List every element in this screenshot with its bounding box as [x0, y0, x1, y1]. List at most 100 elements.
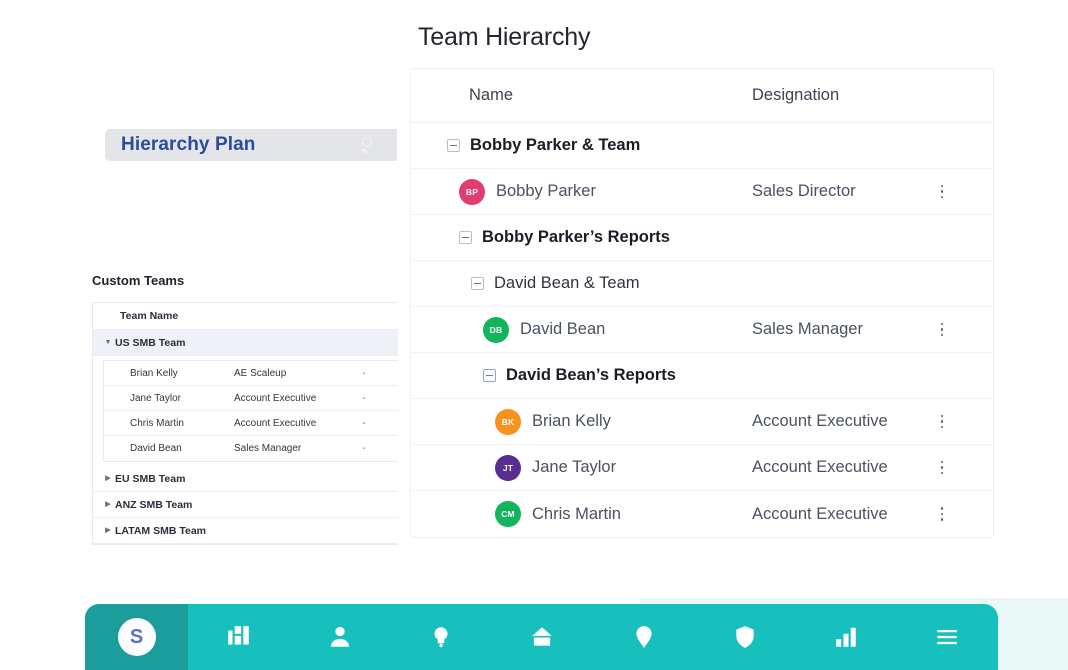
custom-teams-table: Team Name ▼ US SMB Team Brian Kelly AE Scal… — [92, 302, 398, 545]
person-cell: BP Bobby Parker — [459, 178, 596, 205]
team-hierarchy-table: Name Designation Bobby Parker & Team BP Bo… — [410, 68, 994, 538]
chevron-right-icon[interactable]: ▶ — [101, 527, 115, 534]
toolbar-brand[interactable]: S — [85, 604, 188, 670]
person-name: Brian Kelly — [532, 412, 611, 430]
team-row[interactable]: ▶ EU SMB Team — [93, 466, 398, 492]
avatar: BP — [459, 178, 485, 205]
team-member-row[interactable]: Jane Taylor Account Executive - — [104, 386, 398, 411]
member-extra: - — [362, 367, 366, 379]
chevron-right-icon[interactable]: ▶ — [101, 501, 115, 508]
hierarchy-person-row[interactable]: BP Bobby Parker Sales Director — [411, 169, 993, 215]
person-name: Bobby Parker — [496, 182, 596, 200]
toolbar-item-person[interactable] — [289, 604, 390, 670]
person-cell: DB David Bean — [483, 316, 606, 343]
collapse-expander-icon[interactable] — [459, 231, 472, 244]
avatar: JT — [495, 454, 521, 481]
toolbar-item-lightbulb[interactable] — [391, 604, 492, 670]
person-cell: JT Jane Taylor — [495, 454, 616, 481]
toolbar-item-home[interactable] — [492, 604, 593, 670]
collapse-expander-icon[interactable] — [483, 369, 496, 382]
person-designation: Account Executive — [752, 458, 888, 476]
toolbar-item-shield[interactable] — [694, 604, 795, 670]
kebab-menu-icon[interactable] — [935, 183, 949, 201]
kebab-menu-icon[interactable] — [935, 505, 949, 523]
group-label-wrap: David Bean & Team — [471, 274, 640, 293]
team-member-row[interactable]: Chris Martin Account Executive - — [104, 411, 398, 436]
kebab-menu-icon[interactable] — [935, 413, 949, 431]
member-role: Account Executive — [234, 392, 317, 404]
group-label: Bobby Parker’s Reports — [482, 228, 670, 246]
kebab-menu-icon[interactable] — [935, 459, 949, 477]
hierarchy-group-row[interactable]: David Bean’s Reports — [411, 353, 993, 399]
member-extra: - — [362, 443, 366, 454]
member-extra: - — [362, 417, 366, 429]
teams-table-body: ▼ US SMB Team Brian Kelly AE Scaleup - Jane T… — [93, 330, 398, 544]
group-label: David Bean & Team — [494, 274, 640, 292]
hierarchy-group-row[interactable]: David Bean & Team — [411, 261, 993, 307]
app-logo: S — [117, 618, 156, 656]
chevron-down-icon[interactable]: ▼ — [101, 339, 115, 346]
toolbar-item-hamburger-menu[interactable] — [897, 604, 998, 670]
member-name: Chris Martin — [130, 417, 184, 429]
left-panel: Hierarchy Plan Custom Teams Team Name ▼ U… — [0, 0, 398, 560]
team-row[interactable]: ▶ ANZ SMB Team — [93, 492, 398, 518]
team-member-row[interactable]: Brian Kelly AE Scaleup - — [104, 361, 398, 386]
group-label-wrap: Bobby Parker’s Reports — [459, 228, 670, 247]
hierarchy-plan-bar[interactable]: Hierarchy Plan — [105, 129, 397, 161]
hierarchy-group-row[interactable]: Bobby Parker’s Reports — [411, 215, 993, 261]
team-name-label: LATAM SMB Team — [115, 524, 206, 537]
person-designation: Sales Director — [752, 182, 856, 200]
toolbar-items — [188, 604, 998, 670]
bottom-toolbar: S — [85, 604, 998, 670]
hierarchy-person-row[interactable]: BK Brian Kelly Account Executive — [411, 399, 993, 445]
hierarchy-table-header: Name Designation — [411, 69, 993, 123]
avatar: DB — [483, 316, 509, 343]
person-designation: Account Executive — [752, 504, 888, 523]
hierarchy-table-body: Bobby Parker & Team BP Bobby Parker Sales D… — [411, 123, 993, 537]
group-label-wrap: David Bean’s Reports — [483, 366, 676, 385]
toolbar-item-dashboard[interactable] — [188, 604, 289, 670]
column-header-designation: Designation — [752, 86, 840, 104]
bar-chart-icon — [833, 624, 859, 650]
team-member-row[interactable]: David Bean Sales Manager - — [104, 436, 398, 461]
page-title: Team Hierarchy — [418, 23, 591, 51]
kebab-menu-icon[interactable] — [935, 321, 949, 339]
team-name-label: ANZ SMB Team — [115, 498, 193, 511]
column-header-name: Name — [469, 86, 514, 104]
member-extra: - — [362, 392, 366, 404]
hierarchy-person-row[interactable]: CM Chris Martin Account Executive — [411, 491, 993, 537]
member-name: Brian Kelly — [130, 367, 178, 379]
team-members-list: Brian Kelly AE Scaleup - Jane Taylor Account… — [103, 360, 398, 462]
avatar: BK — [495, 408, 521, 435]
member-role: AE Scaleup — [234, 367, 287, 379]
custom-teams-label: Custom Teams — [92, 273, 185, 288]
member-role: Account Executive — [234, 417, 317, 429]
team-row[interactable]: ▼ US SMB Team — [93, 330, 398, 356]
home-icon — [529, 624, 555, 650]
member-role: Sales Manager — [234, 443, 302, 454]
dashboard-icon — [226, 624, 252, 650]
hamburger-menu-icon — [934, 624, 960, 650]
collapse-expander-icon[interactable] — [447, 139, 460, 152]
search-icon[interactable] — [361, 136, 379, 154]
lightbulb-icon — [428, 624, 454, 650]
hierarchy-person-row[interactable]: JT Jane Taylor Account Executive — [411, 445, 993, 491]
toolbar-item-location-pin[interactable] — [593, 604, 694, 670]
hierarchy-group-row[interactable]: Bobby Parker & Team — [411, 123, 993, 169]
toolbar-item-bar-chart[interactable] — [796, 604, 897, 670]
hierarchy-person-row[interactable]: DB David Bean Sales Manager — [411, 307, 993, 353]
collapse-expander-icon[interactable] — [471, 277, 484, 290]
member-name: David Bean — [130, 443, 182, 454]
group-label: David Bean’s Reports — [506, 366, 676, 384]
teams-table-header: Team Name — [93, 303, 398, 330]
hierarchy-plan-title: Hierarchy Plan — [121, 134, 256, 155]
person-name: David Bean — [520, 320, 606, 338]
group-label: Bobby Parker & Team — [470, 136, 641, 154]
team-row[interactable]: ▶ LATAM SMB Team — [93, 518, 398, 544]
person-designation: Account Executive — [752, 412, 888, 430]
team-name-label: EU SMB Team — [115, 472, 186, 485]
team-name-label: US SMB Team — [115, 336, 186, 349]
person-cell: BK Brian Kelly — [495, 408, 611, 435]
chevron-right-icon[interactable]: ▶ — [101, 475, 115, 482]
person-name: Chris Martin — [532, 504, 621, 523]
